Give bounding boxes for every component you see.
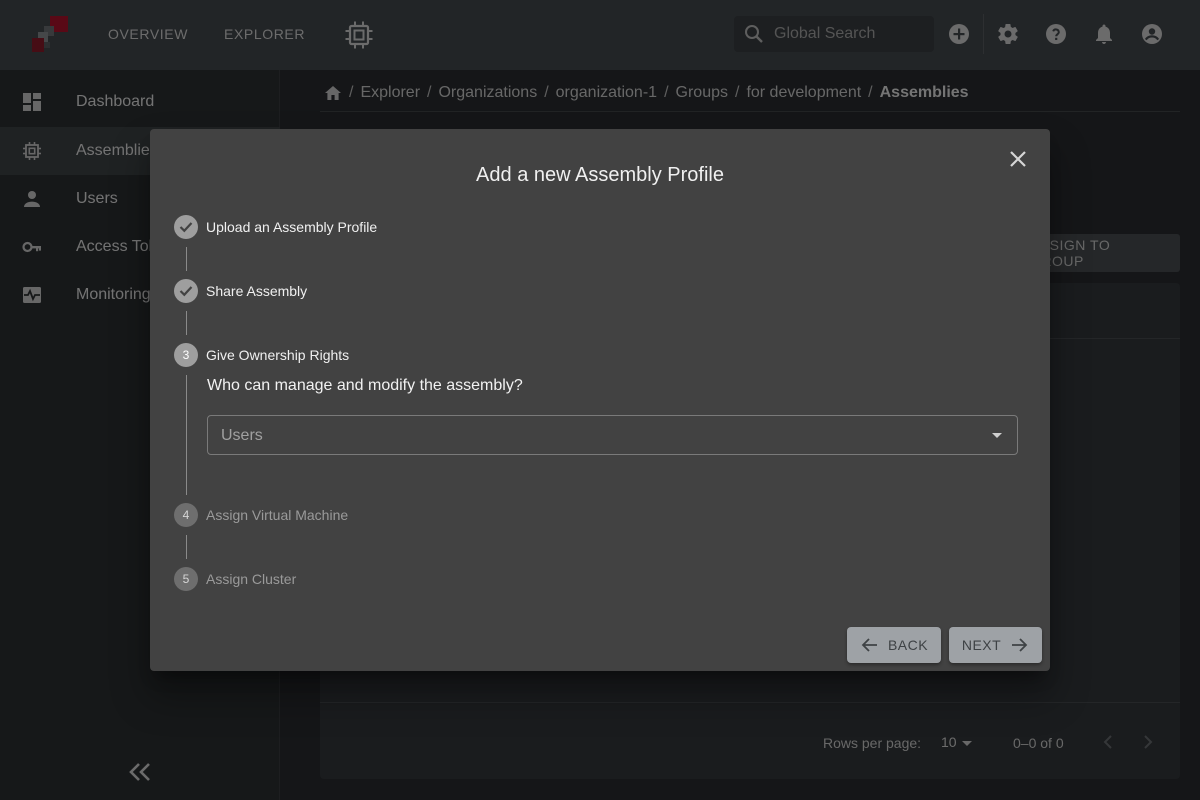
step-5-number: 5 [174,567,198,591]
step-connector [186,311,187,335]
step-5-label: Assign Cluster [206,571,297,587]
step-1-check-icon [174,215,198,239]
dialog-title: Add a new Assembly Profile [476,164,724,186]
step-4-label: Assign Virtual Machine [206,507,349,523]
step-connector [186,375,187,495]
ownership-question: Who can manage and modify the assembly? [207,377,523,394]
close-icon[interactable] [1004,145,1032,173]
users-select-placeholder: Users [221,427,263,444]
caret-down-icon [992,433,1002,438]
step-2-label: Share Assembly [206,283,308,299]
step-connector [186,535,187,559]
step-3-label: Give Ownership Rights [206,347,350,363]
back-button-label: BACK [887,637,929,653]
users-select[interactable]: Users [207,415,1018,455]
step-1-label: Upload an Assembly Profile [206,219,378,235]
arrow-right-icon [1012,638,1028,652]
arrow-left-icon [861,638,877,652]
step-4-number: 4 [174,503,198,527]
step-2-check-icon [174,279,198,303]
back-button[interactable]: BACK [847,627,941,663]
add-assembly-dialog: Add a new Assembly Profile Upload an Ass… [150,129,1050,671]
next-button[interactable]: NEXT [949,627,1042,663]
next-button-label: NEXT [961,637,1002,653]
step-3-number: 3 [174,343,198,367]
step-connector [186,247,187,271]
